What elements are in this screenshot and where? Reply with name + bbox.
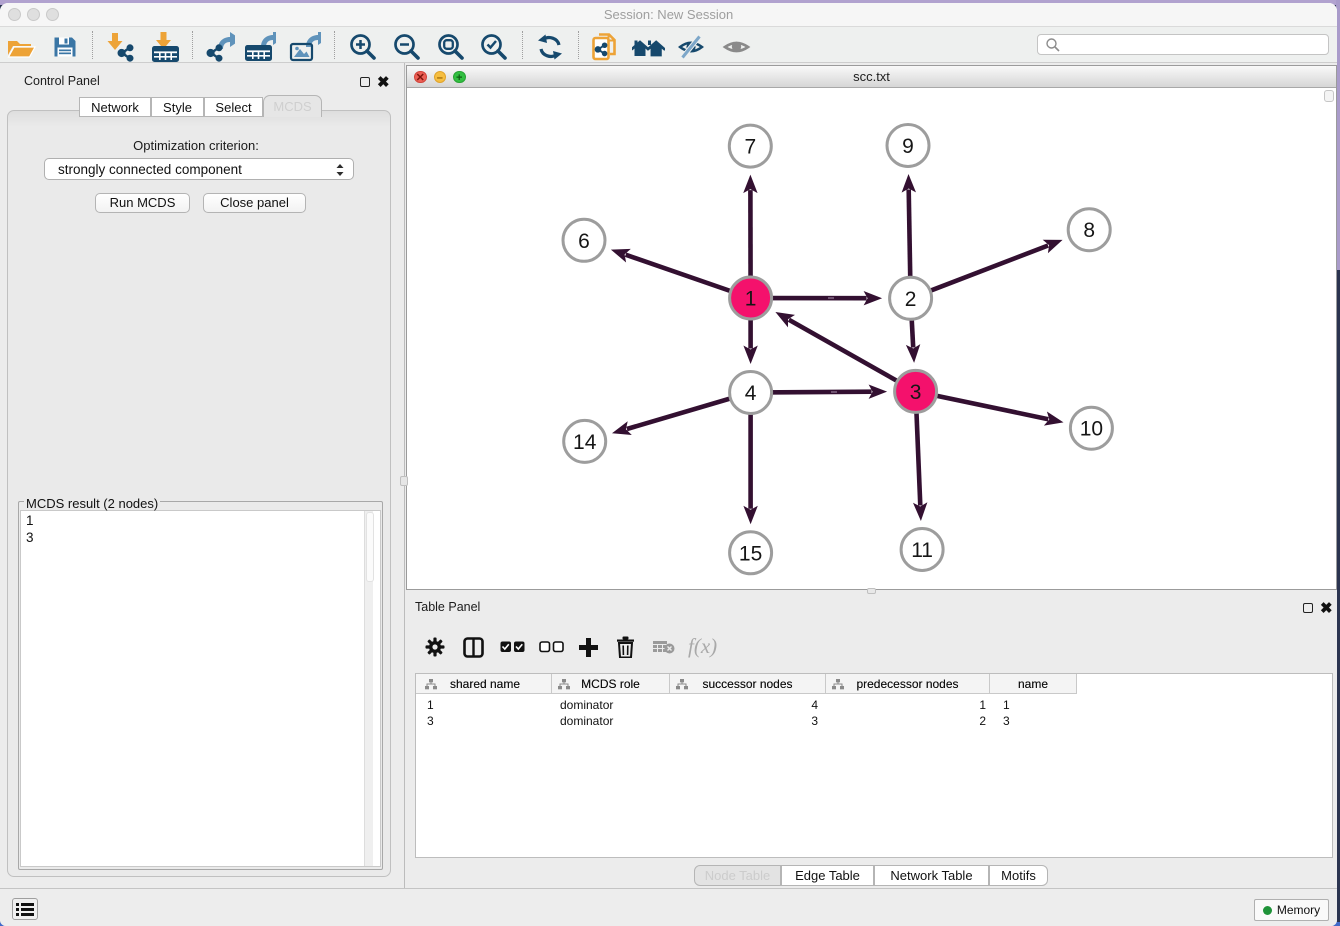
svg-text:10: 10 [1080, 418, 1103, 441]
svg-text:6: 6 [578, 230, 590, 253]
svg-text:11: 11 [911, 539, 933, 562]
svg-text:3: 3 [910, 381, 922, 404]
svg-text:14: 14 [573, 431, 597, 454]
svg-text:8: 8 [1083, 219, 1095, 242]
svg-text:2: 2 [905, 288, 917, 311]
svg-text:15: 15 [739, 542, 762, 565]
svg-text:4: 4 [745, 382, 757, 405]
svg-text:7: 7 [744, 136, 756, 159]
svg-text:9: 9 [902, 135, 914, 158]
svg-text:1: 1 [745, 288, 757, 311]
